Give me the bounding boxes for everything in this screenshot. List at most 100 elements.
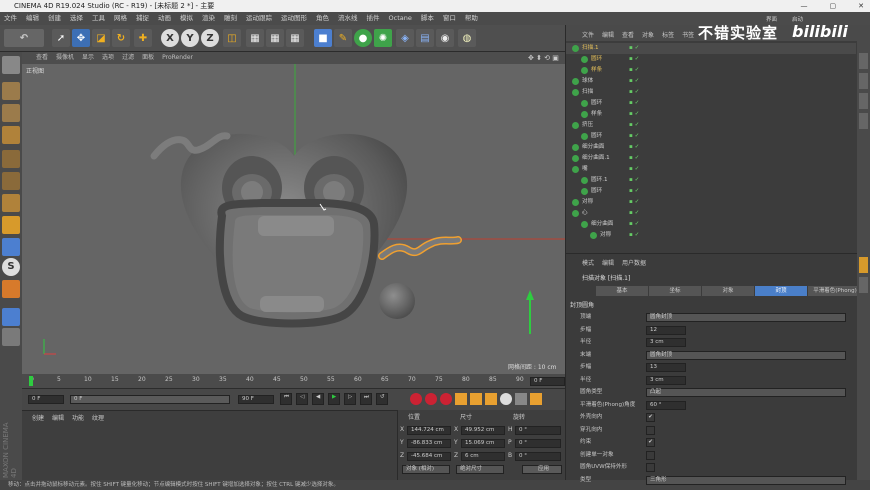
object-row[interactable]: 样条 ▪ ✓: [566, 109, 856, 120]
object-menu-item[interactable]: 书签: [682, 25, 694, 41]
coordinate-system-button[interactable]: ◫: [223, 29, 241, 47]
object-name[interactable]: 样条: [591, 109, 602, 120]
object-row[interactable]: 对称 ▪ ✓: [566, 197, 856, 208]
menu-item[interactable]: 编辑: [26, 12, 39, 25]
attribute-menu-item[interactable]: 模式: [582, 258, 594, 267]
visibility-check-icon[interactable]: ▪ ✓: [629, 54, 639, 65]
attribute-menu-item[interactable]: 用户数据: [622, 258, 646, 267]
visibility-check-icon[interactable]: ▪ ✓: [629, 230, 639, 241]
attribute-dropdown[interactable]: 凸起: [646, 388, 846, 397]
view-menu-item[interactable]: 显示: [82, 52, 94, 64]
menu-item[interactable]: 网格: [114, 12, 127, 25]
visibility-check-icon[interactable]: ▪ ✓: [629, 120, 639, 131]
render-settings-button[interactable]: ▦: [286, 29, 304, 47]
object-row[interactable]: 圆环 ▪ ✓: [566, 186, 856, 197]
menu-item[interactable]: 流水线: [338, 12, 358, 25]
view-menu-item[interactable]: 选项: [102, 52, 114, 64]
menu-item[interactable]: 渲染: [202, 12, 215, 25]
size-field[interactable]: 49.952 cm: [461, 426, 505, 435]
object-row[interactable]: 样条 ▪ ✓: [566, 65, 856, 76]
end-frame-field[interactable]: 90 F: [238, 395, 274, 404]
object-menu-item[interactable]: 查看: [622, 25, 634, 41]
size-mode-select[interactable]: 绝对尺寸: [456, 465, 504, 474]
timeline-playhead[interactable]: [29, 376, 33, 386]
size-field[interactable]: 6 cm: [461, 452, 505, 461]
point-level-icon[interactable]: [515, 393, 527, 405]
menu-item[interactable]: 运动跟踪: [246, 12, 272, 25]
visibility-check-icon[interactable]: ▪ ✓: [629, 76, 639, 87]
object-row[interactable]: 球体 ▪ ✓: [566, 76, 856, 87]
object-name[interactable]: 圆环: [591, 98, 602, 109]
visibility-check-icon[interactable]: ▪ ✓: [629, 87, 639, 98]
object-name[interactable]: 对称: [582, 197, 593, 208]
planar-workplane-button[interactable]: [2, 308, 20, 326]
start-frame-field[interactable]: 0 F: [28, 395, 64, 404]
object-row[interactable]: 扫描.1 ▪ ✓: [566, 43, 856, 54]
attribute-checkbox[interactable]: [646, 425, 655, 435]
y-axis-button[interactable]: Y: [181, 29, 199, 47]
object-row[interactable]: 挤压 ▪ ✓: [566, 120, 856, 131]
go-start-button[interactable]: ⏮: [280, 393, 292, 405]
menu-item[interactable]: 插件: [367, 12, 380, 25]
position-key-icon[interactable]: [455, 393, 467, 405]
undo-redo-button[interactable]: ↶: [4, 29, 44, 47]
object-name[interactable]: 细分曲面.1: [582, 153, 610, 164]
menu-item[interactable]: 选择: [70, 12, 83, 25]
material-menu-item[interactable]: 编辑: [52, 413, 64, 422]
visibility-check-icon[interactable]: ▪ ✓: [629, 197, 639, 208]
object-name[interactable]: 圆环: [591, 186, 602, 197]
attribute-number-field[interactable]: 60 °: [646, 400, 686, 410]
attribute-dropdown[interactable]: 圆角封顶: [646, 313, 846, 322]
render-view-button[interactable]: ▦: [246, 29, 264, 47]
next-frame-button[interactable]: ▷: [344, 393, 356, 405]
rotate-tool-button[interactable]: ↻: [112, 29, 130, 47]
rotation-field[interactable]: 0 °: [515, 439, 561, 448]
timeline-ruler[interactable]: 051015202530354045505560657075808590 0 F: [22, 374, 567, 388]
material-menu-item[interactable]: 功能: [72, 413, 84, 422]
x-axis-button[interactable]: X: [161, 29, 179, 47]
object-row[interactable]: 扫描 ▪ ✓: [566, 87, 856, 98]
attribute-dropdown[interactable]: 三角形: [646, 475, 846, 485]
side-tab-objects[interactable]: [859, 53, 868, 69]
current-frame-field[interactable]: 0 F: [530, 377, 565, 386]
menu-item[interactable]: 脚本: [421, 12, 434, 25]
visibility-check-icon[interactable]: ▪ ✓: [629, 175, 639, 186]
subdivision-button[interactable]: ●: [354, 29, 372, 47]
rotation-field[interactable]: 0 °: [515, 426, 561, 435]
keyframe-selection-icon[interactable]: [440, 393, 452, 405]
select-tool-button[interactable]: ➚: [52, 29, 70, 47]
loop-button[interactable]: ↺: [376, 393, 388, 405]
object-row[interactable]: 圆环.1 ▪ ✓: [566, 175, 856, 186]
menu-item[interactable]: 帮助: [465, 12, 478, 25]
position-field[interactable]: -86.833 cm: [407, 439, 451, 448]
make-editable-button[interactable]: [2, 56, 20, 74]
minimize-button[interactable]: —: [801, 0, 808, 12]
object-name[interactable]: 样条: [591, 65, 602, 76]
object-name[interactable]: 细分曲面: [591, 219, 613, 230]
visibility-check-icon[interactable]: ▪ ✓: [629, 186, 639, 197]
object-menu-item[interactable]: 标签: [662, 25, 674, 41]
snap-button[interactable]: S: [2, 258, 20, 276]
timeline-window-icon[interactable]: [530, 393, 542, 405]
object-row[interactable]: 细分曲面 ▪ ✓: [566, 219, 856, 230]
scale-key-icon[interactable]: [470, 393, 482, 405]
object-name[interactable]: 圆环: [591, 131, 602, 142]
attribute-checkbox[interactable]: ✔: [646, 413, 655, 422]
material-menu-item[interactable]: 创建: [32, 413, 44, 422]
close-button[interactable]: ✕: [858, 0, 864, 12]
attribute-tab[interactable]: 平滑着色(Phong): [808, 286, 862, 296]
attribute-checkbox[interactable]: [646, 450, 655, 460]
menu-item[interactable]: 角色: [316, 12, 329, 25]
tweak-mode-button[interactable]: [2, 238, 20, 256]
attribute-checkbox[interactable]: ✔: [646, 438, 655, 447]
prev-frame-button[interactable]: ◀: [312, 393, 324, 405]
visibility-check-icon[interactable]: ▪ ✓: [629, 164, 639, 175]
interface-value[interactable]: 启动: [792, 15, 803, 23]
menu-item[interactable]: 文件: [4, 12, 17, 25]
object-row[interactable]: 圆环 ▪ ✓: [566, 54, 856, 65]
attribute-tab[interactable]: 坐标: [649, 286, 701, 296]
object-name[interactable]: 球体: [582, 76, 593, 87]
object-menu-item[interactable]: 对象: [642, 25, 654, 41]
object-name[interactable]: 心: [582, 208, 588, 219]
apply-button[interactable]: 应用: [522, 465, 562, 474]
